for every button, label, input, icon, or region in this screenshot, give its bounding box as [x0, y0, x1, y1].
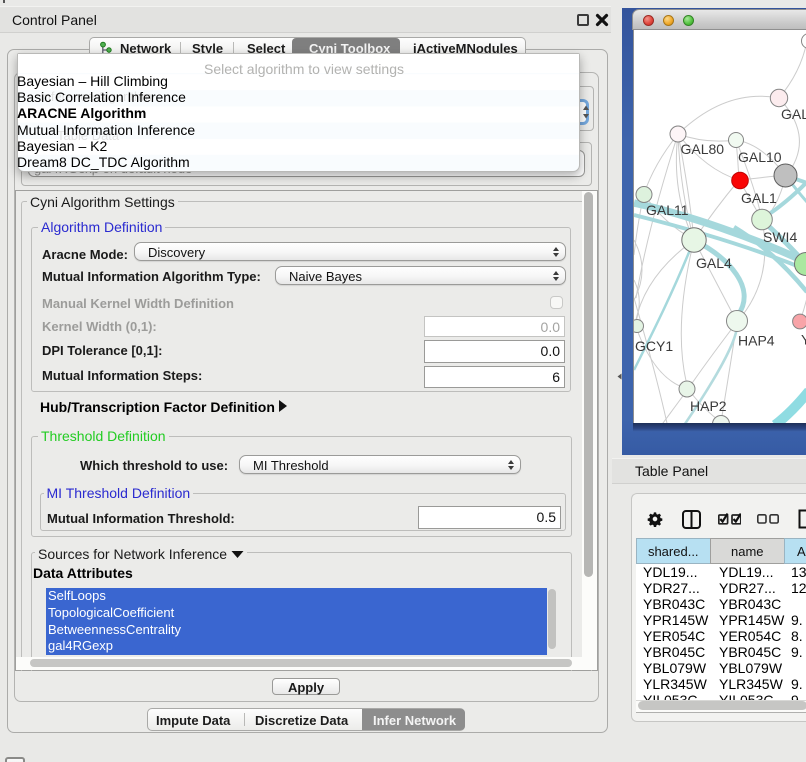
svg-text:HAP4: HAP4 [738, 333, 775, 349]
svg-text:Y: Y [801, 332, 806, 348]
svg-text:GCY1: GCY1 [635, 338, 673, 354]
svg-text:GAL80: GAL80 [681, 141, 725, 157]
svg-text:GAL4: GAL4 [696, 255, 732, 271]
svg-text:GAL7: GAL7 [781, 106, 806, 122]
svg-text:GAL10: GAL10 [738, 149, 782, 165]
svg-text:GAL11: GAL11 [646, 202, 689, 218]
svg-text:HAP2: HAP2 [690, 398, 727, 414]
svg-text:SWI4: SWI4 [763, 229, 797, 245]
svg-text:GAL1: GAL1 [741, 190, 777, 206]
